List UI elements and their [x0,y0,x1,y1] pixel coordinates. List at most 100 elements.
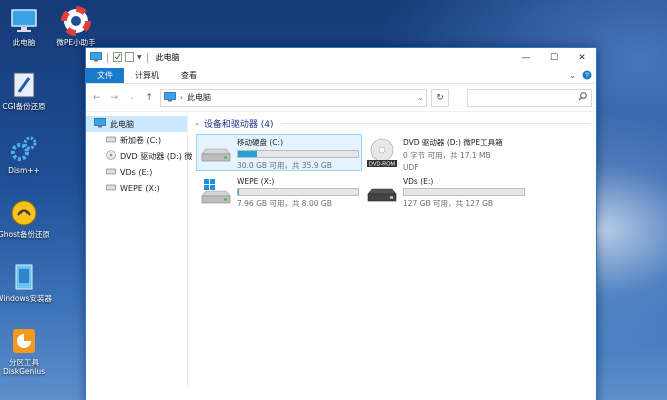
group-header[interactable]: ⌄ 设备和驱动器 (4) [194,116,590,130]
capacity-bar-fill [238,189,239,195]
address-dropdown-icon[interactable]: ⌄ [418,94,424,102]
desktop-icon-ghost[interactable]: Ghost备份还原 [0,198,52,239]
recent-locations-button[interactable]: ⌄ [125,91,138,105]
capacity-bar [237,150,359,158]
group-title: 设备和驱动器 (4) [203,119,274,130]
nav-item-label: 此电脑 [110,119,134,129]
forward-button[interactable]: → [107,91,120,105]
cgi-icon [9,70,39,100]
drive-info: DVD 驱动器 (D:) 微PE工具箱 0 字节 可用，共 17.1 MB UD… [403,137,524,172]
desktop-icon-label: CGI备份还原 [2,102,46,111]
address-chevron-icon[interactable]: › [180,93,183,102]
desktop-icon-label: Windows安装器 [0,294,52,303]
windows-installer-icon [9,262,39,292]
nav-item-dvd-d[interactable]: DVD 驱动器 (D:) 微 [86,148,192,164]
back-button[interactable]: ← [90,91,103,105]
window-controls: — ☐ ✕ [512,48,596,68]
dvd-icon [106,150,116,162]
ghost-icon [9,198,39,228]
properties-icon[interactable] [113,51,122,64]
desktop-icon-this-pc[interactable]: 此电脑 [0,6,52,47]
address-row: ← → ⌄ ↑ › 此电脑 ⌄ ↻ [86,84,596,112]
search-input[interactable] [466,88,592,107]
desktop-icon-diskgenius[interactable]: 分区工具 DiskGenius [0,326,52,376]
drive-filesystem: UDF [403,163,419,172]
drive-name: DVD 驱动器 (D:) 微PE工具箱 [403,138,503,147]
close-button[interactable]: ✕ [568,48,596,68]
search-icon [578,92,587,103]
nav-item-label: VDs (E:) [120,167,153,177]
new-folder-icon[interactable] [125,51,134,64]
desktop-icon-label: Ghost备份还原 [0,230,50,239]
nav-item-drive-e[interactable]: VDs (E:) [86,164,187,180]
drive-tile-d[interactable]: DVD-ROM DVD 驱动器 (D:) 微PE工具箱 0 字节 可用，共 17… [362,134,528,172]
chevron-down-icon[interactable]: ⌄ [194,119,200,127]
drive-tile-x[interactable]: WEPE (X:) 7.96 GB 可用，共 8.00 GB [196,174,362,211]
windows-drive-icon [200,177,232,209]
window-body: 此电脑 新加卷 (C:) DVD 驱动器 (D:) 微 VDs (E:) WEP… [86,112,596,388]
address-computer-icon [163,91,176,104]
separator [146,52,148,63]
svg-text:?: ? [585,72,589,79]
lifebuoy-icon [61,6,91,36]
help-icon[interactable]: ? [582,70,592,82]
title-bar[interactable]: ▼ 此电脑 — ☐ ✕ [86,48,596,68]
desktop-icon-pe-helper[interactable]: 微PE小助手 [48,6,104,47]
capacity-bar-fill [238,151,258,157]
ribbon-tabs: 文件 计算机 查看 ⌄ ? [86,68,596,84]
capacity-bar [237,188,359,196]
drive-name: WEPE (X:) [237,177,275,186]
tab-file[interactable]: 文件 [86,68,124,83]
tab-computer[interactable]: 计算机 [124,68,170,83]
nav-item-this-pc[interactable]: 此电脑 [86,116,187,132]
group-divider [281,122,590,124]
nav-item-label: 新加卷 (C:) [120,135,162,145]
nav-item-drive-x[interactable]: WEPE (X:) [86,180,187,196]
drive-tile-c[interactable]: 移动硬盘 (C:) 30.0 GB 可用，共 35.9 GB [196,134,362,171]
explorer-window: ▼ 此电脑 — ☐ ✕ 文件 计算机 查看 ⌄ ? ← → ⌄ ↑ › 此电脑 … [85,47,597,400]
desktop-icon-cgi[interactable]: CGI备份还原 [0,70,52,111]
drive-tile-e[interactable]: VDs (E:) 127 GB 可用，共 127 GB [362,174,528,211]
drive-info: WEPE (X:) 7.96 GB 可用，共 8.00 GB [237,177,359,209]
desktop-icon-windows-installer[interactable]: Windows安装器 [0,262,52,303]
drive-size: 127 GB 可用，共 127 GB [403,199,494,208]
dvd-rom-icon: DVD-ROM [366,137,398,169]
computer-icon [9,6,39,36]
nav-item-drive-c[interactable]: 新加卷 (C:) [86,132,187,148]
tab-view[interactable]: 查看 [170,68,208,83]
diskgenius-icon [9,326,39,356]
desktop-icon-label: 分区工具 DiskGenius [2,358,46,376]
maximize-button[interactable]: ☐ [540,48,568,68]
hdd-icon [366,177,398,209]
desktop-icon-dism[interactable]: Dism++ [0,134,52,175]
qat-customize-icon[interactable]: ▼ [137,54,142,61]
drive-size: 0 字节 可用，共 17.1 MB [403,151,491,160]
navigation-pane: 此电脑 新加卷 (C:) DVD 驱动器 (D:) 微 VDs (E:) WEP… [86,112,192,388]
expand-ribbon-icon[interactable]: ⌄ [569,71,576,80]
drive-icon [106,168,116,177]
drive-name: 移动硬盘 (C:) [237,138,283,147]
separator [107,52,108,63]
desktop-icon-label: 微PE小助手 [56,38,96,47]
address-bar[interactable]: › 此电脑 ⌄ [159,88,428,107]
drive-icon [106,184,116,193]
capacity-bar [403,188,525,196]
desktop-icon-label: Dism++ [8,166,40,175]
desktop: 此电脑 微PE小助手 CGI备份还原 Dism++ Ghost备份还原 Wind… [0,0,667,400]
drive-icon [106,136,116,145]
minimize-button[interactable]: — [512,48,540,68]
drive-size: 30.0 GB 可用，共 35.9 GB [237,161,332,170]
drive-info: VDs (E:) 127 GB 可用，共 127 GB [403,177,525,209]
address-location[interactable]: 此电脑 [187,92,211,103]
desktop-icon-label: 此电脑 [12,38,36,47]
refresh-button[interactable]: ↻ [431,88,449,107]
computer-icon [94,118,106,130]
window-computer-icon [90,51,102,64]
drives-grid: 移动硬盘 (C:) 30.0 GB 可用，共 35.9 GB DVD-ROM D… [196,134,590,211]
ribbon-right: ⌄ ? [569,68,596,83]
nav-item-label: WEPE (X:) [120,183,160,193]
gear-icon [9,134,39,164]
drive-size: 7.96 GB 可用，共 8.00 GB [237,199,332,208]
drive-info: 移动硬盘 (C:) 30.0 GB 可用，共 35.9 GB [237,137,359,171]
up-button[interactable]: ↑ [142,91,155,105]
